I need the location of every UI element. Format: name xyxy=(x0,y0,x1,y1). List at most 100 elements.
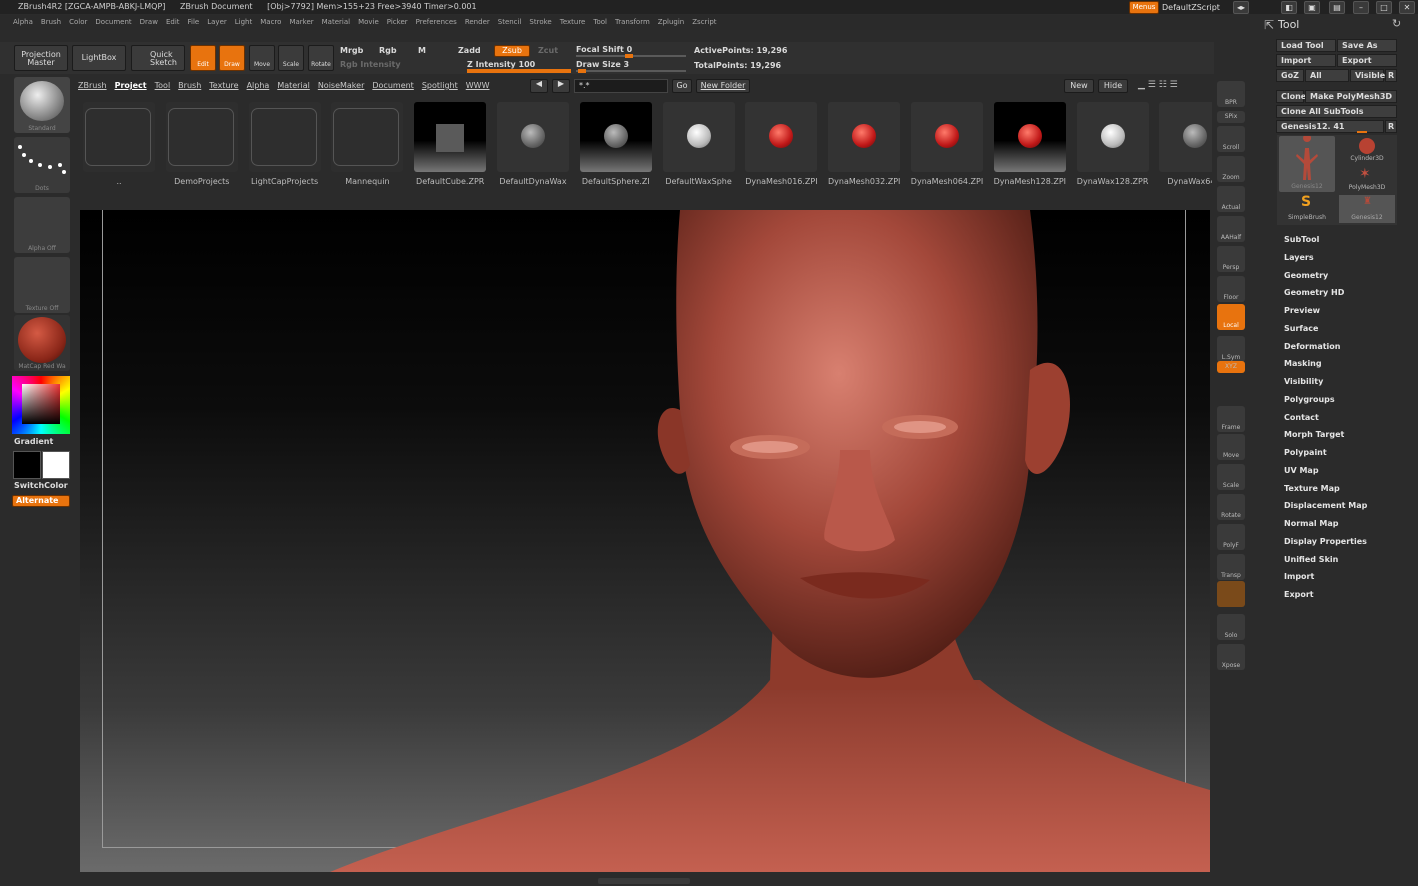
lightbox-tab-material[interactable]: Material xyxy=(277,81,310,90)
menu-macro[interactable]: Macro xyxy=(260,18,281,26)
head-model[interactable] xyxy=(80,210,1210,872)
clone-all-subtools-button[interactable]: Clone All SubTools xyxy=(1276,105,1397,118)
alternate-button[interactable]: Alternate xyxy=(12,495,70,507)
shelf-polyf-button[interactable]: PolyF xyxy=(1217,524,1245,550)
next-arrow-icon[interactable]: ▶ xyxy=(552,79,570,93)
goz-button[interactable]: GoZ xyxy=(1276,69,1304,82)
menu-layer[interactable]: Layer xyxy=(207,18,227,26)
shelf-rotate-button[interactable]: Rotate xyxy=(1217,494,1245,520)
mrgb-button[interactable]: Mrgb xyxy=(340,46,363,55)
focal-shift-slider[interactable] xyxy=(576,54,686,58)
menu-marker[interactable]: Marker xyxy=(289,18,313,26)
lightbox-item[interactable]: LightCapProjects xyxy=(248,102,321,188)
refresh-icon[interactable]: ↻ xyxy=(1392,17,1401,30)
shelf-spix-button[interactable]: SPix xyxy=(1217,111,1245,123)
menu-document[interactable]: Document xyxy=(95,18,131,26)
gradient-label[interactable]: Gradient xyxy=(14,437,53,446)
color-picker[interactable] xyxy=(12,376,70,434)
tool-section-morph-target[interactable]: Morph Target xyxy=(1284,430,1344,439)
view-mode-icons[interactable]: ▁ ☰ ☷ ☰ xyxy=(1138,80,1210,94)
make-polymesh-button[interactable]: Make PolyMesh3D xyxy=(1305,90,1397,103)
canvas-viewport[interactable] xyxy=(80,210,1210,872)
zadd-button[interactable]: Zadd xyxy=(458,46,481,55)
color-square[interactable] xyxy=(22,384,60,424)
menu-tool[interactable]: Tool xyxy=(593,18,607,26)
rotate-button[interactable]: Rotate xyxy=(308,45,334,71)
lightbox-item[interactable]: DynaMesh064.ZPI xyxy=(911,102,983,188)
pin-icon[interactable]: ⇱ xyxy=(1264,18,1278,32)
shelf-scale-button[interactable]: Scale xyxy=(1217,464,1245,490)
lightbox-item[interactable]: DynaMesh016.ZPI xyxy=(745,102,818,188)
z-intensity-slider[interactable] xyxy=(467,69,571,73)
tool-section-contact[interactable]: Contact xyxy=(1284,413,1319,422)
tool-thumb-genesis-2[interactable]: ♜ Genesis12 xyxy=(1339,195,1395,223)
m-button[interactable]: M xyxy=(418,46,426,55)
maximize-icon[interactable]: □ xyxy=(1376,1,1392,14)
lightbox-tab-texture[interactable]: Texture xyxy=(209,81,238,90)
shelf-floor-button[interactable]: Floor xyxy=(1217,276,1245,302)
draw-size-label[interactable]: Draw Size 3 xyxy=(576,60,629,69)
export-button[interactable]: Export xyxy=(1337,54,1397,67)
menu-texture[interactable]: Texture xyxy=(560,18,586,26)
lock-icon[interactable]: ▤ xyxy=(1329,1,1345,14)
menu-zscript[interactable]: Zscript xyxy=(692,18,716,26)
tool-section-unified-skin[interactable]: Unified Skin xyxy=(1284,555,1338,564)
shelf-transp-button[interactable]: Transp xyxy=(1217,554,1245,580)
lightbox-tab-tool[interactable]: Tool xyxy=(155,81,171,90)
zcut-button[interactable]: Zcut xyxy=(538,46,558,55)
import-button[interactable]: Import xyxy=(1276,54,1336,67)
menu-picker[interactable]: Picker xyxy=(387,18,408,26)
menus-button[interactable]: Menus xyxy=(1129,1,1159,14)
tool-section-visibility[interactable]: Visibility xyxy=(1284,377,1323,386)
menu-light[interactable]: Light xyxy=(235,18,252,26)
tool-section-deformation[interactable]: Deformation xyxy=(1284,342,1340,351)
zsub-button[interactable]: Zsub xyxy=(494,45,530,57)
minimize-icon[interactable]: – xyxy=(1353,1,1369,14)
tool-section-preview[interactable]: Preview xyxy=(1284,306,1320,315)
lightbox-item[interactable]: DynaMesh128.ZPI xyxy=(994,102,1066,188)
hide-button[interactable]: Hide xyxy=(1098,79,1128,93)
tool-section-texture-map[interactable]: Texture Map xyxy=(1284,484,1340,493)
visible-button[interactable]: Visible xyxy=(1350,69,1385,82)
shelf-scroll-button[interactable]: Scroll xyxy=(1217,126,1245,152)
draw-button[interactable]: Draw xyxy=(219,45,245,71)
viewport-bottom-handle[interactable] xyxy=(598,878,690,884)
palette-icon[interactable]: ◧ xyxy=(1281,1,1297,14)
menu-transform[interactable]: Transform xyxy=(615,18,650,26)
material-slot[interactable]: MatCap Red Wa xyxy=(14,315,70,371)
shelf-bpr-button[interactable]: BPR xyxy=(1217,81,1245,107)
current-tool-slider[interactable]: Genesis12. 41 xyxy=(1276,120,1384,133)
rgb-intensity-slider[interactable]: Rgb Intensity xyxy=(340,60,401,69)
load-tool-button[interactable]: Load Tool xyxy=(1276,39,1336,52)
shelf-aahalf-button[interactable]: AAHalf xyxy=(1217,216,1245,242)
focal-shift-label[interactable]: Focal Shift 0 xyxy=(576,45,632,54)
lightbox-tab-alpha[interactable]: Alpha xyxy=(247,81,270,90)
shelf-local-button[interactable]: Local xyxy=(1217,304,1245,330)
shelf-brush-icon[interactable] xyxy=(1217,581,1245,607)
texture-slot[interactable]: Texture Off xyxy=(14,257,70,313)
lightbox-tab-noisemaker[interactable]: NoiseMaker xyxy=(318,81,365,90)
tool-section-import[interactable]: Import xyxy=(1284,572,1314,581)
menu-file[interactable]: File xyxy=(188,18,200,26)
menu-stencil[interactable]: Stencil xyxy=(498,18,522,26)
lightbox-item[interactable]: DefaultDynaWax xyxy=(497,102,569,188)
menu-alpha[interactable]: Alpha xyxy=(13,18,33,26)
stroke-slot[interactable]: Dots xyxy=(14,137,70,193)
all-button[interactable]: All xyxy=(1305,69,1349,82)
tool-section-subtool[interactable]: SubTool xyxy=(1284,235,1319,244)
lightbox-item[interactable]: DynaWax64.Z xyxy=(1159,102,1212,188)
arrows-icon[interactable]: ◂▸ xyxy=(1233,1,1249,14)
shelf-solo-button[interactable]: Solo xyxy=(1217,614,1245,640)
switchcolor-button[interactable]: SwitchColor xyxy=(14,481,68,490)
lightbox-tab-project[interactable]: Project xyxy=(115,81,147,90)
tool-thumb-cylinder[interactable]: Cylinder3D xyxy=(1339,136,1395,164)
tool-section-polypaint[interactable]: Polypaint xyxy=(1284,448,1327,457)
lightbox-tab-document[interactable]: Document xyxy=(372,81,413,90)
shelf-actual-button[interactable]: Actual xyxy=(1217,186,1245,212)
tool-section-geometry-hd[interactable]: Geometry HD xyxy=(1284,288,1344,297)
r-button-2[interactable]: R xyxy=(1385,120,1397,133)
tool-section-polygroups[interactable]: Polygroups xyxy=(1284,395,1335,404)
rgb-button[interactable]: Rgb xyxy=(379,46,397,55)
menu-render[interactable]: Render xyxy=(465,18,490,26)
lightbox-search-input[interactable]: *.* xyxy=(574,79,668,93)
